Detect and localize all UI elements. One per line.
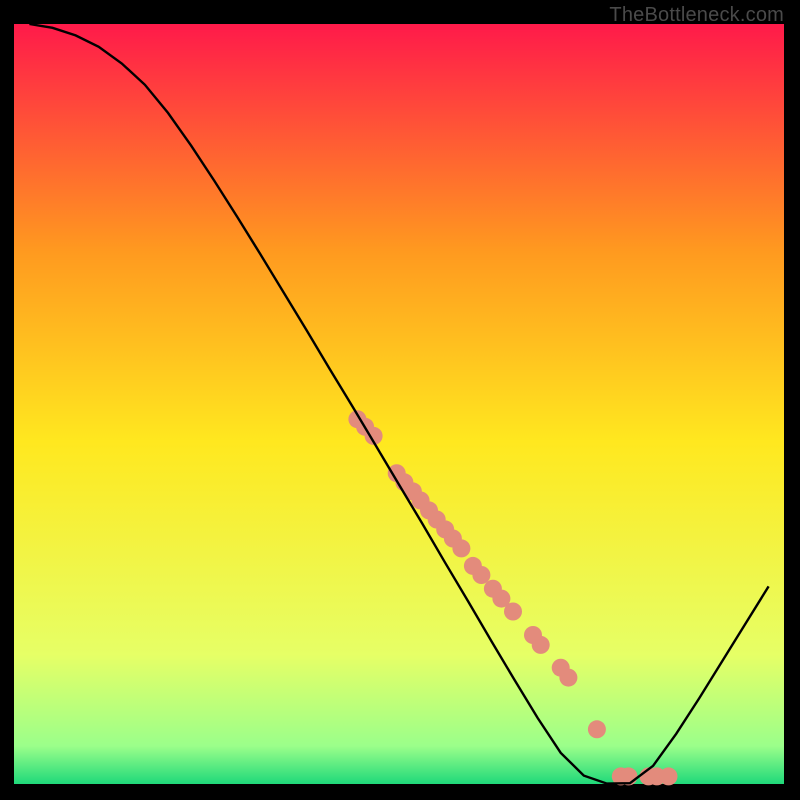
data-point — [452, 539, 470, 557]
data-point — [660, 767, 678, 785]
plot-background — [14, 24, 784, 784]
data-point — [588, 720, 606, 738]
watermark-text: TheBottleneck.com — [609, 4, 784, 27]
data-point — [504, 603, 522, 621]
data-point — [472, 566, 490, 584]
data-point — [532, 636, 550, 654]
chart-canvas — [0, 0, 800, 800]
data-point — [559, 669, 577, 687]
